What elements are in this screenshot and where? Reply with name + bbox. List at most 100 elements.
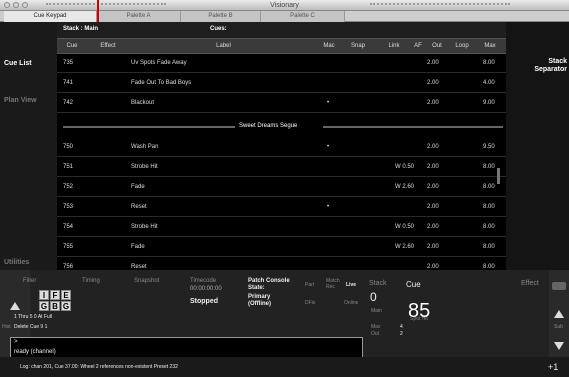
out-value: 2 <box>400 331 403 337</box>
up-arrow-icon[interactable] <box>10 302 20 310</box>
separator-line <box>63 126 235 128</box>
keypad-key[interactable]: G <box>39 301 49 311</box>
col-loop[interactable]: Loop <box>450 39 474 54</box>
cue-label: Strobe Hit <box>131 224 158 230</box>
sub-button[interactable] <box>552 282 566 290</box>
title-bar: Visionary <box>0 0 569 11</box>
cue-number: 735 <box>63 60 74 66</box>
cue-number: 756 <box>63 264 74 270</box>
cue-label: Blackout <box>131 100 155 106</box>
plus-one-button[interactable]: +1 <box>548 362 558 372</box>
current-cue-number: 85 <box>408 300 431 322</box>
col-label[interactable]: Label <box>129 39 318 54</box>
live-button[interactable]: Live <box>346 282 356 288</box>
cue-out: 2.00 <box>427 60 439 66</box>
keypad-key[interactable]: F <box>50 290 60 300</box>
table-row[interactable]: 751 Strobe Hit W 0.50 2.00 8.00 <box>57 158 506 177</box>
col-link[interactable]: Link <box>376 39 412 54</box>
playhead-marker <box>97 0 99 22</box>
cue-label: Fade <box>131 184 145 190</box>
col-out[interactable]: Out <box>424 39 450 54</box>
cue-number: 752 <box>63 184 74 190</box>
match-rec-button[interactable]: Match Rec <box>326 278 342 290</box>
segue-label: Sweet Dreams Segue <box>239 123 298 129</box>
part-button[interactable]: Part <box>305 282 314 288</box>
nav-utilities[interactable]: Utilities <box>4 259 29 266</box>
cue-max: 8.00 <box>483 264 495 270</box>
table-header: Cue Effect Label Mac Snap Link AF Out Lo… <box>57 38 506 54</box>
hist-label[interactable]: Hist <box>2 324 11 330</box>
col-snap[interactable]: Snap <box>340 39 376 54</box>
cue-af: W 2.60 <box>395 184 415 190</box>
patch-state-label: Patch Console State: <box>248 278 290 291</box>
col-af[interactable]: AF <box>412 39 424 54</box>
up-arrow-icon[interactable] <box>554 310 564 318</box>
keypad-key[interactable]: B <box>50 301 60 311</box>
cue-label: Cue <box>406 280 421 289</box>
command-line[interactable]: > ready (channel) <box>10 337 363 359</box>
col-cue[interactable]: Cue <box>57 39 87 54</box>
online-button[interactable]: Online <box>344 300 358 306</box>
down-arrow-icon[interactable] <box>554 342 564 350</box>
tab-cue-keypad[interactable]: Cue Keypad <box>4 11 97 22</box>
timecode-state: Stopped <box>190 298 218 305</box>
cue-out: 2.00 <box>427 204 439 210</box>
table-row[interactable]: 735 Uv Spots Fade Away 2.00 8.00 <box>57 54 506 73</box>
cue-label: Strobe Hit <box>131 164 158 170</box>
tab-bar: Cue Keypad Palette A Palette B Palette C <box>0 11 569 22</box>
table-row[interactable]: 754 Strobe Hit W 0.50 2.00 8.00 <box>57 218 506 237</box>
table-row[interactable]: 753 Reset • 2.00 8.00 <box>57 198 506 217</box>
cue-out: 2.00 <box>427 184 439 190</box>
log-message: Log: chan 201, Cue 37.00: Wheel 2 refere… <box>20 364 178 370</box>
cues-label: Cues: <box>210 26 227 32</box>
stack-separator-label[interactable]: Stack Separator <box>517 58 567 74</box>
cue-max: 9.50 <box>483 144 495 150</box>
cue-mac: • <box>327 144 330 150</box>
cue-mac: • <box>327 100 330 106</box>
status-bar: Log: chan 201, Cue 37.00: Wheel 2 refere… <box>0 357 569 377</box>
keypad-key[interactable]: E <box>61 290 71 300</box>
cue-label: Fade <box>131 244 145 250</box>
keypad-key[interactable]: I <box>39 290 49 300</box>
tab-palette-c[interactable]: Palette C <box>261 11 345 22</box>
stack-bar: Stack : Main Cues: <box>57 22 506 38</box>
snapshot-label[interactable]: Snapshot <box>134 278 159 284</box>
cue-number: 741 <box>63 80 74 86</box>
cue-out: 2.00 <box>427 164 439 170</box>
cue-max: 8.00 <box>483 224 495 230</box>
cue-max: 8.00 <box>483 164 495 170</box>
keypad-key[interactable]: G <box>61 301 71 311</box>
cue-number: 754 <box>63 224 74 230</box>
col-max[interactable]: Max <box>474 39 506 54</box>
nav-plan-view[interactable]: Plan View <box>4 97 37 104</box>
cue-label: Uv Spots Fade Away <box>131 60 187 66</box>
history-entry: Delete Cue 9 1 <box>14 324 48 330</box>
nav-cue-list[interactable]: Cue List <box>4 60 32 67</box>
out-label: Out <box>371 331 380 337</box>
timing-label[interactable]: Timing <box>82 278 100 284</box>
filter-label[interactable]: Filter <box>23 278 36 284</box>
cue-number: 742 <box>63 100 74 106</box>
cue-af: W 0.50 <box>395 164 415 170</box>
stack-label: Stack <box>369 280 387 287</box>
table-row[interactable]: 755 Fade W 2.60 2.00 8.00 <box>57 238 506 257</box>
table-row[interactable]: 750 Wash Pan • 2.00 9.50 <box>57 138 506 157</box>
table-row[interactable]: 756 Reset 2.00 8.00 <box>57 258 506 270</box>
table-row[interactable]: 741 Fade Out To Bad Boys 2.00 4.00 <box>57 74 506 93</box>
command-prompt: > <box>14 339 18 345</box>
cue-number: 755 <box>63 244 74 250</box>
scrollbar-thumb[interactable] <box>497 168 500 184</box>
table-row[interactable]: 752 Fade W 2.60 2.00 8.00 <box>57 178 506 197</box>
table-row[interactable]: 742 Blackout • 2.00 9.00 <box>57 94 506 113</box>
separator-line <box>323 126 503 128</box>
tab-palette-a[interactable]: Palette A <box>97 11 181 22</box>
dfix-button[interactable]: DFix <box>305 300 315 306</box>
command-range: 1 Thru 5 0 At Full <box>14 314 52 320</box>
cue-label: Reset <box>131 204 147 210</box>
cue-af: W 2.60 <box>395 244 415 250</box>
col-effect[interactable]: Effect <box>87 39 129 54</box>
timecode-value: 00:00:00:00 <box>190 286 222 292</box>
cue-out: 2.00 <box>427 264 439 270</box>
col-mac[interactable]: Mac <box>318 39 340 54</box>
tab-palette-b[interactable]: Palette B <box>181 11 261 22</box>
